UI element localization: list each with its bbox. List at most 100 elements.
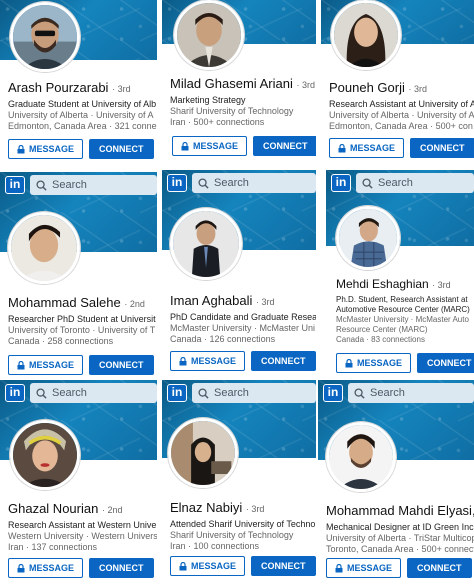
profile-card[interactable]: in Search Ghazal Nourian · 2nd Research … [0, 380, 157, 587]
search-icon [36, 387, 47, 399]
profile-name[interactable]: Pouneh Gorji [329, 80, 405, 95]
profile-school: Sharif University of Technology [170, 530, 294, 540]
message-button[interactable]: MESSAGE [170, 351, 246, 371]
connect-button[interactable]: CONNECT [251, 556, 316, 576]
linkedin-logo-icon[interactable]: in [323, 384, 343, 402]
connect-button[interactable]: CONNECT [253, 136, 316, 156]
message-button[interactable]: MESSAGE [170, 556, 246, 576]
profile-headline: Ph.D. Student, Research Assistant at [336, 295, 468, 304]
linkedin-logo-icon[interactable]: in [331, 174, 351, 192]
connect-button[interactable]: CONNECT [89, 355, 154, 375]
search-input[interactable]: Search [30, 383, 157, 403]
profile-card[interactable]: in Search Mohammad Mahdi Elyasi, P Mecha… [318, 380, 474, 587]
message-button[interactable]: MESSAGE [8, 139, 84, 159]
person-photo [173, 211, 239, 277]
search-input[interactable]: Search [348, 383, 474, 403]
search-icon [36, 179, 47, 191]
linkedin-logo-icon[interactable]: in [167, 384, 187, 402]
profile-headline: PhD Candidate and Graduate Resear [170, 312, 316, 322]
profile-avatar[interactable] [174, 0, 244, 70]
profile-name[interactable]: Mohammad Salehe [8, 295, 121, 310]
profile-name[interactable]: Milad Ghasemi Ariani [170, 76, 293, 91]
profile-card[interactable]: Milad Ghasemi Ariani · 3rd Marketing Str… [162, 0, 316, 170]
connection-degree: · 3rd [296, 80, 315, 90]
linkedin-logo-icon[interactable]: in [5, 384, 25, 402]
profile-card[interactable]: in Search Elnaz Nabiyi · 3rd Attended Sh… [162, 380, 316, 587]
message-button[interactable]: MESSAGE [329, 138, 405, 158]
profile-card[interactable]: Pouneh Gorji · 3rd Research Assistant at… [321, 0, 474, 170]
profile-avatar[interactable] [10, 2, 80, 72]
profile-card[interactable]: in Search Mohammad Salehe · 2nd Research… [0, 172, 157, 378]
profile-avatar[interactable] [170, 208, 242, 280]
connect-button[interactable]: CONNECT [407, 558, 472, 578]
profile-card[interactable]: Arash Pourzarabi · 3rd Graduate Student … [0, 0, 157, 170]
linkedin-logo-icon[interactable]: in [5, 176, 25, 194]
profile-card[interactable]: in Search Mehdi Eshaghian · 3rd Ph.D. St… [326, 170, 474, 376]
profile-name-line: Pouneh Gorji · 3rd [329, 80, 474, 97]
connect-button[interactable]: CONNECT [410, 138, 474, 158]
lock-icon [179, 561, 187, 570]
lock-icon [17, 360, 25, 369]
search-input[interactable]: Search [30, 175, 157, 195]
connection-degree: · 3rd [245, 504, 265, 514]
search-icon [198, 177, 209, 189]
search-icon [198, 387, 209, 399]
profile-school: University of Alberta · University of A [8, 110, 154, 120]
profile-location: Iran · 137 connections [8, 542, 98, 552]
profile-location: Canada · 83 connections [336, 335, 425, 344]
profile-school: University of Toronto · University of T [8, 325, 156, 335]
profile-location: Edmonton, Canada Area · 321 conne [8, 121, 157, 131]
profile-location: Edmonton, Canada Area · 500+ con [329, 121, 473, 131]
person-photo [339, 209, 397, 267]
person-photo [13, 5, 77, 69]
profile-headline: Research Assistant at Western Univer [8, 520, 157, 530]
linkedin-logo-icon[interactable]: in [167, 174, 187, 192]
profile-avatar[interactable] [8, 212, 80, 284]
message-button[interactable]: MESSAGE [326, 558, 402, 578]
profile-name[interactable]: Ghazal Nourian [8, 501, 98, 516]
connection-degree: · 3rd [256, 297, 275, 307]
profile-avatar[interactable] [10, 420, 80, 490]
person-photo [171, 421, 235, 485]
message-button[interactable]: MESSAGE [172, 136, 248, 156]
profile-name[interactable]: Elnaz Nabiyi [170, 500, 242, 515]
profile-name[interactable]: Mohammad Mahdi Elyasi, P [326, 503, 474, 518]
profile-headline: Mechanical Designer at ID Green Inc. [326, 522, 474, 532]
profile-avatar[interactable] [326, 422, 396, 492]
lock-icon [335, 563, 343, 572]
connect-button[interactable]: CONNECT [251, 351, 316, 371]
profile-school: McMaster University · McMaster Uni [170, 323, 316, 333]
connection-degree: · 3rd [408, 84, 428, 94]
connection-degree: · 3rd [432, 280, 451, 290]
profile-name-line: Arash Pourzarabi · 3rd [8, 80, 157, 97]
connection-degree: · 2nd [101, 505, 123, 515]
profile-name-line: Mohammad Salehe · 2nd [8, 295, 157, 312]
profile-avatar[interactable] [168, 418, 238, 488]
profile-card[interactable]: in Search Iman Aghabali · 3rd PhD Candid… [162, 170, 316, 376]
profile-location: Iran · 500+ connections [170, 117, 265, 127]
connect-button[interactable]: CONNECT [89, 139, 154, 159]
profile-avatar[interactable] [336, 206, 400, 270]
person-photo [334, 3, 398, 67]
profile-school: Western University · Western Univers [8, 531, 157, 541]
profile-school: Sharif University of Technology [170, 106, 294, 116]
profile-name-line: Milad Ghasemi Ariani · 3rd [170, 76, 316, 93]
profile-name[interactable]: Iman Aghabali [170, 293, 252, 308]
profile-name[interactable]: Mehdi Eshaghian [336, 277, 429, 291]
profile-location: Iran · 100 connections [170, 541, 260, 551]
search-input[interactable]: Search [192, 173, 316, 193]
message-button[interactable]: MESSAGE [8, 558, 84, 578]
profile-avatar[interactable] [331, 0, 401, 70]
profile-name-line: Mohammad Mahdi Elyasi, P [326, 503, 474, 520]
profile-name-line: Ghazal Nourian · 2nd [8, 501, 157, 518]
profile-headline: Graduate Student at University of Alb [8, 99, 157, 109]
search-input[interactable]: Search [192, 383, 316, 403]
search-input[interactable]: Search [356, 173, 474, 193]
profile-name[interactable]: Arash Pourzarabi [8, 80, 108, 95]
connect-button[interactable]: CONNECT [89, 558, 154, 578]
message-button[interactable]: MESSAGE [8, 355, 84, 375]
connect-button[interactable]: CONNECT [417, 353, 474, 373]
person-photo [177, 3, 241, 67]
message-button[interactable]: MESSAGE [336, 353, 412, 373]
profile-name-line: Iman Aghabali · 3rd [170, 293, 316, 310]
